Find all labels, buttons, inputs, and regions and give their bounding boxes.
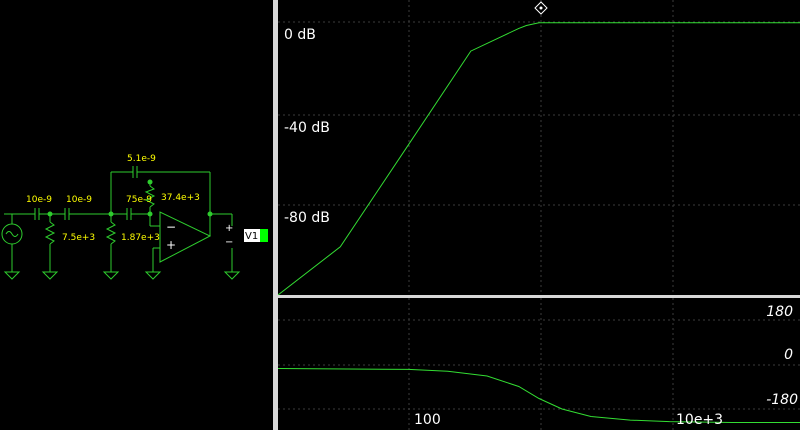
capacitor-c2-icon[interactable] [64, 208, 70, 220]
cursor-marker-icon[interactable] [534, 1, 548, 15]
mag-tick-minus40db: -40 dB [284, 120, 330, 136]
label-r3[interactable]: 37.4e+3 [161, 193, 200, 203]
label-r2[interactable]: 1.87e+3 [121, 233, 160, 243]
probe-label: V1 [245, 231, 258, 242]
phase-tick-minus180: -180 [766, 392, 798, 408]
resistor-r1-icon[interactable] [44, 221, 56, 245]
x-tick-10e3: 10e+3 [676, 412, 723, 428]
circuit-diagram[interactable]: 10e-9 10e-9 7.5e+3 1.87e+3 5.1e-9 75e-9 … [0, 0, 273, 430]
op-plus-sign: + [166, 238, 176, 252]
label-c2[interactable]: 10e-9 [66, 195, 92, 205]
magnitude-curve [278, 22, 800, 296]
op-minus-sign: − [166, 220, 176, 234]
voltage-source-icon[interactable] [1, 214, 23, 272]
probe-v1[interactable]: V1 [244, 229, 268, 242]
phase-tick-0: 0 [784, 347, 793, 363]
output-plus-sign: + [225, 223, 233, 234]
output-minus-sign: − [225, 237, 233, 248]
capacitor-c4-icon[interactable] [126, 208, 132, 220]
label-c3[interactable]: 5.1e-9 [127, 154, 156, 164]
label-r1[interactable]: 7.5e+3 [62, 233, 95, 243]
ground-icon [3, 271, 241, 280]
mag-tick-0db: 0 dB [284, 27, 316, 43]
capacitor-c1-icon[interactable] [34, 208, 40, 220]
bode-plot[interactable]: 0 dB -40 dB -80 dB 180 0 -180 100 10e+3 [278, 0, 800, 430]
magnitude-pane[interactable]: 0 dB -40 dB -80 dB [278, 0, 800, 296]
schematic-panel[interactable]: 10e-9 10e-9 7.5e+3 1.87e+3 5.1e-9 75e-9 … [0, 0, 273, 430]
label-c4[interactable]: 75e-9 [126, 195, 152, 205]
x-tick-100: 100 [414, 412, 441, 428]
phase-pane[interactable]: 180 0 -180 100 10e+3 [278, 298, 800, 430]
label-c1[interactable]: 10e-9 [26, 195, 52, 205]
resistor-r2-icon[interactable] [105, 221, 117, 245]
mag-tick-minus80db: -80 dB [284, 210, 330, 226]
phase-grid [278, 298, 800, 430]
phase-tick-180: 180 [766, 304, 793, 320]
capacitor-c3-icon[interactable] [132, 166, 138, 178]
pane-separator[interactable] [278, 295, 800, 298]
magnitude-grid [278, 0, 800, 295]
